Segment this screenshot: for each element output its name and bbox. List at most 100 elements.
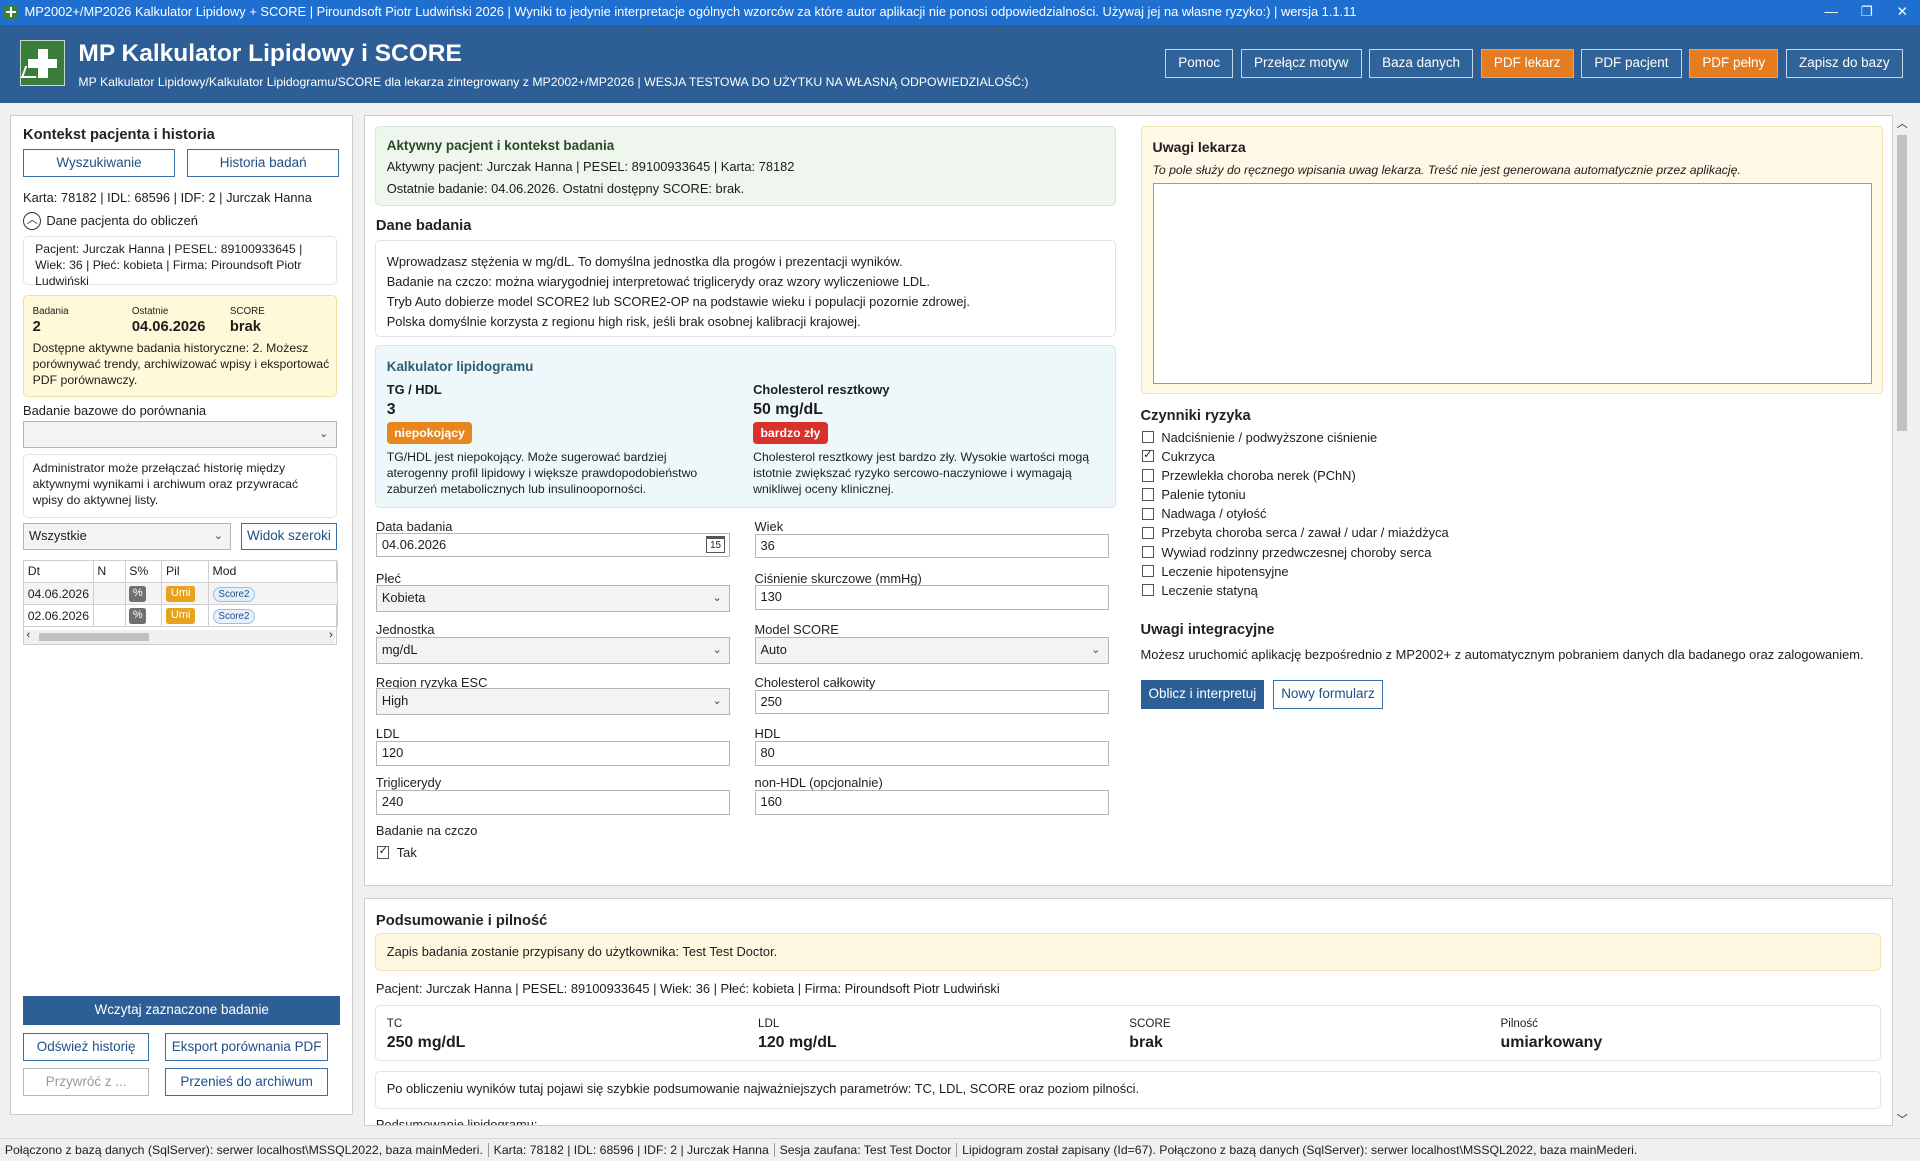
check-icon[interactable]: ✓ xyxy=(1142,450,1154,462)
app-subtitle: MP Kalkulator Lipidowy/Kalkulator Lipido… xyxy=(78,75,1028,89)
baseline-select[interactable]: ⌄ xyxy=(23,421,337,448)
minimize-button[interactable]: — xyxy=(1813,0,1849,25)
ldl-input[interactable]: 120 xyxy=(376,741,730,766)
lipid-calculator-card: Kalkulator lipidogramu TG / HDL 3 niepok… xyxy=(375,345,1116,508)
chevron-left-icon[interactable]: ‹ xyxy=(26,629,30,641)
row-s-tag: % xyxy=(129,586,146,602)
restore-button[interactable]: ❐ xyxy=(1849,0,1885,25)
calculate-button[interactable]: Oblicz i interpretuj xyxy=(1141,680,1265,709)
triglycerides-input[interactable]: 240 xyxy=(376,790,730,815)
row-s-tag: % xyxy=(129,608,146,624)
checkbox-icon[interactable] xyxy=(1142,508,1154,520)
col-header-n[interactable]: N xyxy=(93,561,125,583)
chevron-down-icon[interactable]: ﹀ xyxy=(1897,1111,1908,1127)
history-button[interactable]: Historia badań xyxy=(187,149,339,177)
pdf-full-button[interactable]: PDF pełny xyxy=(1689,49,1778,78)
exam-info-line: Wprowadzasz stężenia w mg/dL. To domyśln… xyxy=(387,252,1104,272)
doctor-notes-textarea[interactable] xyxy=(1153,183,1872,384)
row-pil-tag: Umi xyxy=(166,608,195,624)
exam-info-line: Polska domyślnie korzysta z regionu high… xyxy=(387,312,1104,332)
hdl-label: HDL xyxy=(755,726,781,741)
patient-info-card: Pacjent: Jurczak Hanna | PESEL: 89100933… xyxy=(23,236,337,285)
remnant-chol-value: 50 mg/dL xyxy=(753,401,823,419)
table-row[interactable]: 04.06.2026 % Umi Score2 xyxy=(24,583,337,605)
new-form-button[interactable]: Nowy formularz xyxy=(1273,680,1383,709)
col-header-s[interactable]: S% xyxy=(125,561,162,583)
database-button[interactable]: Baza danych xyxy=(1369,49,1473,78)
risk-factor-item[interactable]: Nadwaga / otyłość xyxy=(1142,506,1449,525)
chevron-up-icon[interactable]: ︿ xyxy=(1897,115,1908,131)
pdf-patient-button[interactable]: PDF pacjent xyxy=(1581,49,1682,78)
check-icon[interactable]: ✓ xyxy=(377,846,389,858)
risk-factor-item[interactable]: Wywiad rodzinny przedwczesnej choroby se… xyxy=(1142,545,1449,564)
wide-view-button[interactable]: Widok szeroki xyxy=(241,523,337,550)
risk-factor-item[interactable]: Leczenie statyną xyxy=(1142,583,1449,602)
calendar-icon[interactable]: 15 xyxy=(706,536,726,553)
chevron-right-icon[interactable]: › xyxy=(329,629,333,641)
checkbox-icon[interactable] xyxy=(1142,584,1154,596)
checkbox-icon[interactable] xyxy=(1142,431,1154,443)
vscroll-thumb[interactable] xyxy=(1897,135,1907,432)
history-table[interactable]: Dt N S% Pil Mod 04.06.2026 % Umi Score2 … xyxy=(23,560,337,646)
risk-factor-item[interactable]: Palenie tytoniu xyxy=(1142,487,1449,506)
col-header-date[interactable]: Dt xyxy=(24,561,93,583)
refresh-history-button[interactable]: Odśwież historię xyxy=(23,1033,149,1061)
stat-exams-label: Badania xyxy=(33,306,69,317)
exam-date-value: 04.06.2026 xyxy=(382,537,446,552)
save-to-db-button[interactable]: Zapisz do bazy xyxy=(1786,49,1903,78)
search-button[interactable]: Wyszukiwanie xyxy=(23,149,175,177)
age-input[interactable]: 36 xyxy=(755,534,1109,559)
risk-factor-item[interactable]: Przebyta choroba serca / zawał / udar / … xyxy=(1142,525,1449,544)
history-filter-select[interactable]: Wszystkie⌄ xyxy=(23,523,231,550)
table-row[interactable]: 02.06.2026 % Umi Score2 xyxy=(24,605,337,627)
load-selected-button[interactable]: Wczytaj zaznaczone badanie xyxy=(23,996,340,1025)
row-n xyxy=(93,583,125,605)
status-card: Karta: 78182 | IDL: 68596 | IDF: 2 | Jur… xyxy=(489,1143,775,1157)
toggle-theme-button[interactable]: Przełącz motyw xyxy=(1241,49,1362,78)
help-button[interactable]: Pomoc xyxy=(1165,49,1233,78)
systolic-bp-input[interactable]: 130 xyxy=(755,585,1109,610)
exam-date-input[interactable]: 04.06.2026 15 xyxy=(376,533,730,558)
medical-cross-logo-icon xyxy=(20,40,65,85)
risk-factor-item[interactable]: Nadciśnienie / podwyższone ciśnienie xyxy=(1142,430,1449,449)
checkbox-icon[interactable] xyxy=(1142,527,1154,539)
export-compare-pdf-button[interactable]: Eksport porównania PDF xyxy=(165,1033,328,1061)
total-chol-input[interactable]: 250 xyxy=(755,690,1109,715)
row-n xyxy=(93,605,125,627)
history-hscrollbar[interactable]: ‹ › xyxy=(24,630,335,645)
hscroll-thumb[interactable] xyxy=(39,633,149,640)
summary-kpi-row: TC 250 mg/dL LDL 120 mg/dL SCORE brak Pi… xyxy=(375,1005,1881,1061)
history-filter-value: Wszystkie xyxy=(29,528,87,543)
fasting-checkbox[interactable]: ✓Tak xyxy=(377,845,417,860)
checkbox-icon[interactable] xyxy=(1142,488,1154,500)
active-patient-card: Aktywny pacjent i kontekst badania Aktyw… xyxy=(375,126,1116,206)
move-to-archive-button[interactable]: Przenieś do archiwum xyxy=(165,1068,328,1096)
unit-select[interactable]: mg/dL⌄ xyxy=(376,637,730,664)
risk-region-select[interactable]: High⌄ xyxy=(376,688,730,715)
row-mod-tag: Score2 xyxy=(213,609,256,624)
risk-factor-label: Palenie tytoniu xyxy=(1161,487,1245,502)
risk-factor-item[interactable]: Leczenie hipotensyjne xyxy=(1142,564,1449,583)
restore-from-archive-button[interactable]: Przywróć z ... xyxy=(23,1068,149,1096)
doctor-notes-card: Uwagi lekarza To pole służy do ręcznego … xyxy=(1141,126,1884,394)
risk-factor-item[interactable]: ✓Cukrzyca xyxy=(1142,449,1449,468)
non-hdl-input[interactable]: 160 xyxy=(755,790,1109,815)
age-label: Wiek xyxy=(755,519,784,534)
close-button[interactable]: ✕ xyxy=(1885,0,1920,25)
col-header-mod[interactable]: Mod xyxy=(208,561,337,583)
main-vscrollbar[interactable]: ︿ ﹀ xyxy=(1894,115,1909,1127)
risk-factor-label: Wywiad rodzinny przedwczesnej choroby se… xyxy=(1161,545,1431,560)
risk-factor-item[interactable]: Przewlekła choroba nerek (PChN) xyxy=(1142,468,1449,487)
checkbox-icon[interactable] xyxy=(1142,565,1154,577)
hdl-input[interactable]: 80 xyxy=(755,741,1109,766)
checkbox-icon[interactable] xyxy=(1142,546,1154,558)
checkbox-icon[interactable] xyxy=(1142,469,1154,481)
col-header-pil[interactable]: Pil xyxy=(162,561,209,583)
sex-select[interactable]: Kobieta⌄ xyxy=(376,585,730,612)
score-model-select[interactable]: Auto⌄ xyxy=(755,637,1109,664)
kpi-tc-value: 250 mg/dL xyxy=(387,1034,466,1052)
patient-data-toggle-label: Dane pacjenta do obliczeń xyxy=(46,213,198,228)
patient-data-toggle[interactable]: ︿ Dane pacjenta do obliczeń xyxy=(23,212,198,230)
pdf-doctor-button[interactable]: PDF lekarz xyxy=(1481,49,1574,78)
fasting-label: Badanie na czczo xyxy=(376,823,478,838)
